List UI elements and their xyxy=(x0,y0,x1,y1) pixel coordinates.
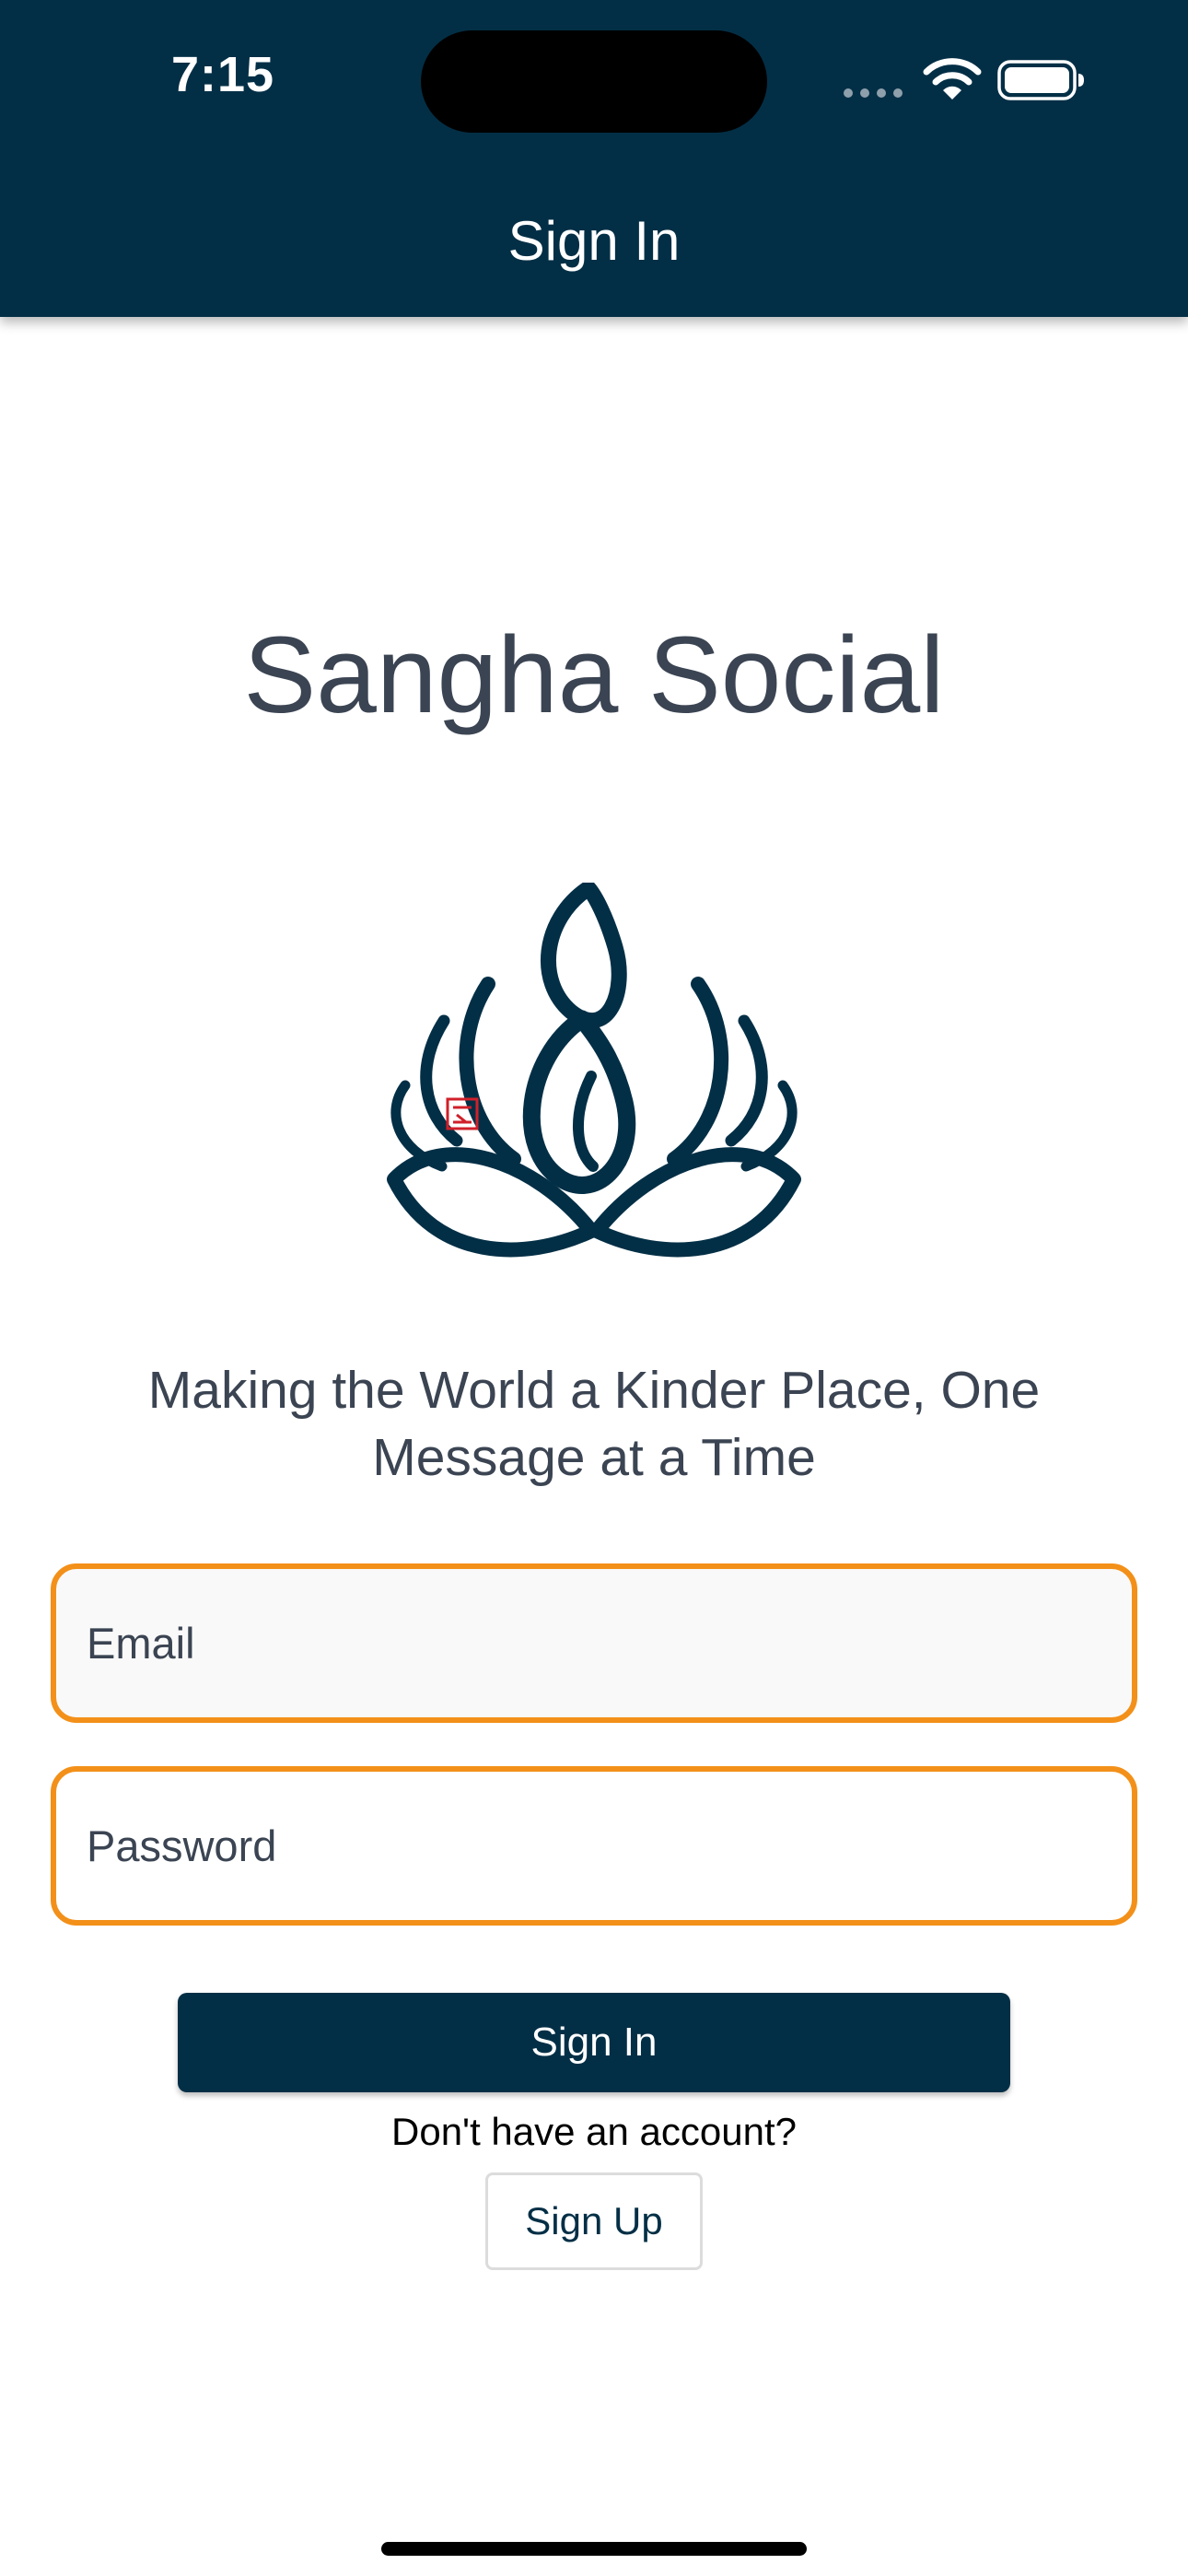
battery-icon xyxy=(997,60,1084,100)
lotus-meditation-icon xyxy=(387,883,801,1258)
nav-header: 7:15 Sign In xyxy=(0,0,1188,317)
password-field[interactable] xyxy=(51,1766,1137,1926)
sign-in-button[interactable]: Sign In xyxy=(178,1993,1010,2092)
sign-in-screen: 7:15 Sign In Sangha Social Making the Wo… xyxy=(0,0,1188,2576)
email-field[interactable] xyxy=(51,1563,1137,1723)
wifi-icon xyxy=(923,58,982,100)
sign-up-button[interactable]: Sign Up xyxy=(485,2172,703,2270)
tagline: Making the World a Kinder Place, One Mes… xyxy=(147,1361,1041,1487)
dynamic-island xyxy=(421,30,767,133)
cellular-signal-icon xyxy=(844,88,903,98)
account-prompt: Don't have an account? xyxy=(391,2110,797,2153)
home-indicator[interactable] xyxy=(381,2542,807,2556)
app-title: Sangha Social xyxy=(243,615,945,736)
nav-title: Sign In xyxy=(507,210,681,272)
status-time: 7:15 xyxy=(171,47,275,102)
